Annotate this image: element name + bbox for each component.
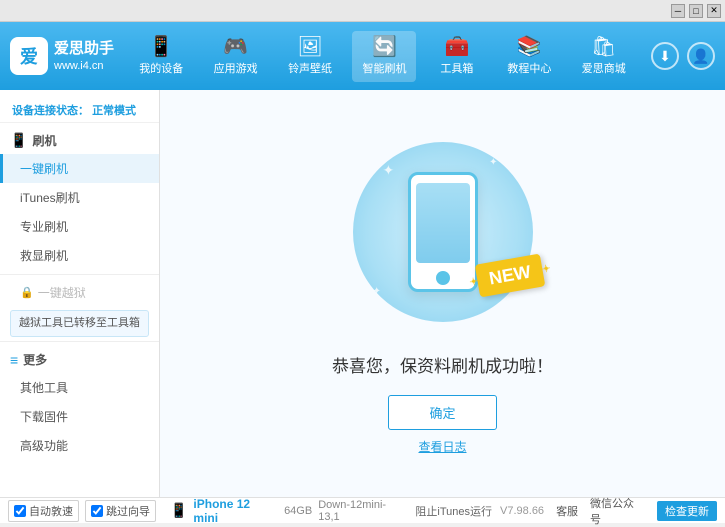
logo-area: 爱 爱思助手 www.i4.cn: [10, 37, 114, 75]
close-button[interactable]: ✕: [707, 4, 721, 18]
success-text: 恭喜您，保资料刷机成功啦！: [332, 352, 553, 377]
wechat-link[interactable]: 微信公众号: [590, 495, 645, 527]
sidebar-item-itunes-flash[interactable]: iTunes刷机: [0, 183, 159, 212]
nav-toolbox[interactable]: 🧰 工具箱: [427, 31, 487, 82]
auto-start-label: 自动敦速: [29, 503, 73, 519]
success-illustration: ✦ ✦ ✦ NEW: [343, 132, 543, 332]
new-badge: NEW: [474, 254, 545, 298]
circle-background: ✦ ✦ ✦ NEW: [353, 142, 533, 322]
sidebar-item-advanced[interactable]: 高级功能: [0, 431, 159, 460]
skip-guide-checkbox[interactable]: 跳过向导: [85, 500, 156, 522]
app-name: 爱思助手: [54, 38, 114, 59]
skip-guide-input[interactable]: [91, 505, 103, 517]
ringtones-icon: 🖼: [297, 37, 322, 57]
confirm-button[interactable]: 确定: [388, 395, 496, 430]
nav-tutorial[interactable]: 📚 教程中心: [497, 31, 561, 82]
main-layout: 设备连接状态： 正常模式 📱 刷机 一键刷机 iTunes刷机 专业刷机 救显刷…: [0, 90, 725, 497]
minimize-button[interactable]: ─: [671, 4, 685, 18]
header: 爱 爱思助手 www.i4.cn 📱 我的设备 🎮 应用游戏 🖼 铃声壁纸 🔄 …: [0, 22, 725, 90]
nav-bar: 📱 我的设备 🎮 应用游戏 🖼 铃声壁纸 🔄 智能刷机 🧰 工具箱 📚 教程中心…: [114, 31, 651, 82]
nav-apps-games[interactable]: 🎮 应用游戏: [204, 31, 268, 82]
apps-games-icon: 🎮: [223, 37, 248, 57]
sidebar-item-other-tools[interactable]: 其他工具: [0, 373, 159, 402]
guide-link[interactable]: 查看日志: [418, 438, 466, 455]
version-label: V7.98.66: [500, 505, 544, 517]
download-button[interactable]: ⬇: [651, 42, 679, 70]
smart-flash-icon: 🔄: [372, 37, 397, 57]
nav-smart-flash[interactable]: 🔄 智能刷机: [352, 31, 416, 82]
sidebar: 设备连接状态： 正常模式 📱 刷机 一键刷机 iTunes刷机 专业刷机 救显刷…: [0, 90, 160, 497]
more-section-icon: ≡: [10, 352, 18, 368]
device-storage: 64GB: [284, 505, 312, 517]
phone-shape: [408, 172, 478, 292]
skip-guide-label: 跳过向导: [106, 503, 150, 519]
auto-start-input[interactable]: [14, 505, 26, 517]
nav-ringtones[interactable]: 🖼 铃声壁纸: [278, 31, 342, 82]
nav-mall[interactable]: 🛍 爱思商城: [572, 31, 636, 82]
customer-service-link[interactable]: 客服: [556, 503, 578, 519]
status-value: 正常模式: [92, 105, 136, 117]
title-bar: ─ □ ✕: [0, 0, 725, 22]
nav-tutorial-label: 教程中心: [507, 60, 551, 76]
status-label: 设备连接状态：: [12, 105, 89, 117]
mall-icon: 🛍: [591, 37, 616, 57]
device-icon: 📱: [170, 502, 187, 519]
sparkle-1: ✦: [383, 162, 395, 179]
bottom-bar: 自动敦速 跳过向导 📱 iPhone 12 mini 64GB Down-12m…: [0, 497, 725, 523]
nav-my-device[interactable]: 📱 我的设备: [129, 31, 193, 82]
logo-icon: 爱: [10, 37, 48, 75]
app-url: www.i4.cn: [54, 59, 114, 74]
bottom-right: V7.98.66 客服 微信公众号 检查更新: [500, 495, 717, 527]
nav-mall-label: 爱思商城: [582, 60, 626, 76]
nav-ringtones-label: 铃声壁纸: [288, 60, 332, 76]
sidebar-item-download-firmware[interactable]: 下载固件: [0, 402, 159, 431]
tutorial-icon: 📚: [517, 37, 542, 57]
content-area: ✦ ✦ ✦ NEW 恭喜您，保资料刷机成功啦！ 确定 查看日志: [160, 90, 725, 497]
divider-1: [0, 274, 159, 275]
my-device-icon: 📱: [149, 37, 174, 57]
nav-smart-flash-label: 智能刷机: [362, 60, 406, 76]
lock-icon: 🔒: [20, 286, 34, 299]
maximize-button[interactable]: □: [689, 4, 703, 18]
bottom-status: 阻止iTunes运行: [407, 503, 500, 519]
header-right-buttons: ⬇ 👤: [651, 42, 715, 70]
nav-apps-games-label: 应用游戏: [214, 60, 258, 76]
flash-section-label: 刷机: [32, 132, 56, 149]
sparkle-3: ✦: [373, 286, 381, 297]
sidebar-section-more: ≡ 更多: [0, 346, 159, 373]
sidebar-item-pro-flash[interactable]: 专业刷机: [0, 212, 159, 241]
toolbox-icon: 🧰: [444, 37, 469, 57]
window-controls[interactable]: ─ □ ✕: [671, 4, 721, 18]
device-firmware: Down-12mini-13,1: [318, 499, 407, 523]
jailbreak-label: 一键越狱: [38, 284, 86, 301]
user-button[interactable]: 👤: [687, 42, 715, 70]
divider-2: [0, 341, 159, 342]
bottom-left: 自动敦速 跳过向导 📱 iPhone 12 mini 64GB Down-12m…: [8, 497, 407, 525]
nav-my-device-label: 我的设备: [139, 60, 183, 76]
flash-section-icon: 📱: [10, 132, 27, 149]
device-name: iPhone 12 mini: [193, 497, 278, 525]
more-section-label: 更多: [23, 351, 47, 368]
check-update-button[interactable]: 检查更新: [657, 501, 717, 521]
phone-screen: [416, 183, 470, 263]
sidebar-section-jailbreak: 🔒 一键越狱: [0, 279, 159, 306]
sidebar-section-flash: 📱 刷机: [0, 127, 159, 154]
jailbreak-info-box: 越狱工具已转移至工具箱: [10, 310, 149, 337]
auto-start-checkbox[interactable]: 自动敦速: [8, 500, 79, 522]
device-status: 设备连接状态： 正常模式: [0, 98, 159, 123]
nav-toolbox-label: 工具箱: [440, 60, 473, 76]
sidebar-item-save-flash[interactable]: 救显刷机: [0, 241, 159, 270]
phone-home-button: [436, 271, 450, 285]
sidebar-item-one-key-flash[interactable]: 一键刷机: [0, 154, 159, 183]
device-info: 📱 iPhone 12 mini 64GB Down-12mini-13,1: [170, 497, 407, 525]
sparkle-2: ✦: [489, 157, 497, 168]
